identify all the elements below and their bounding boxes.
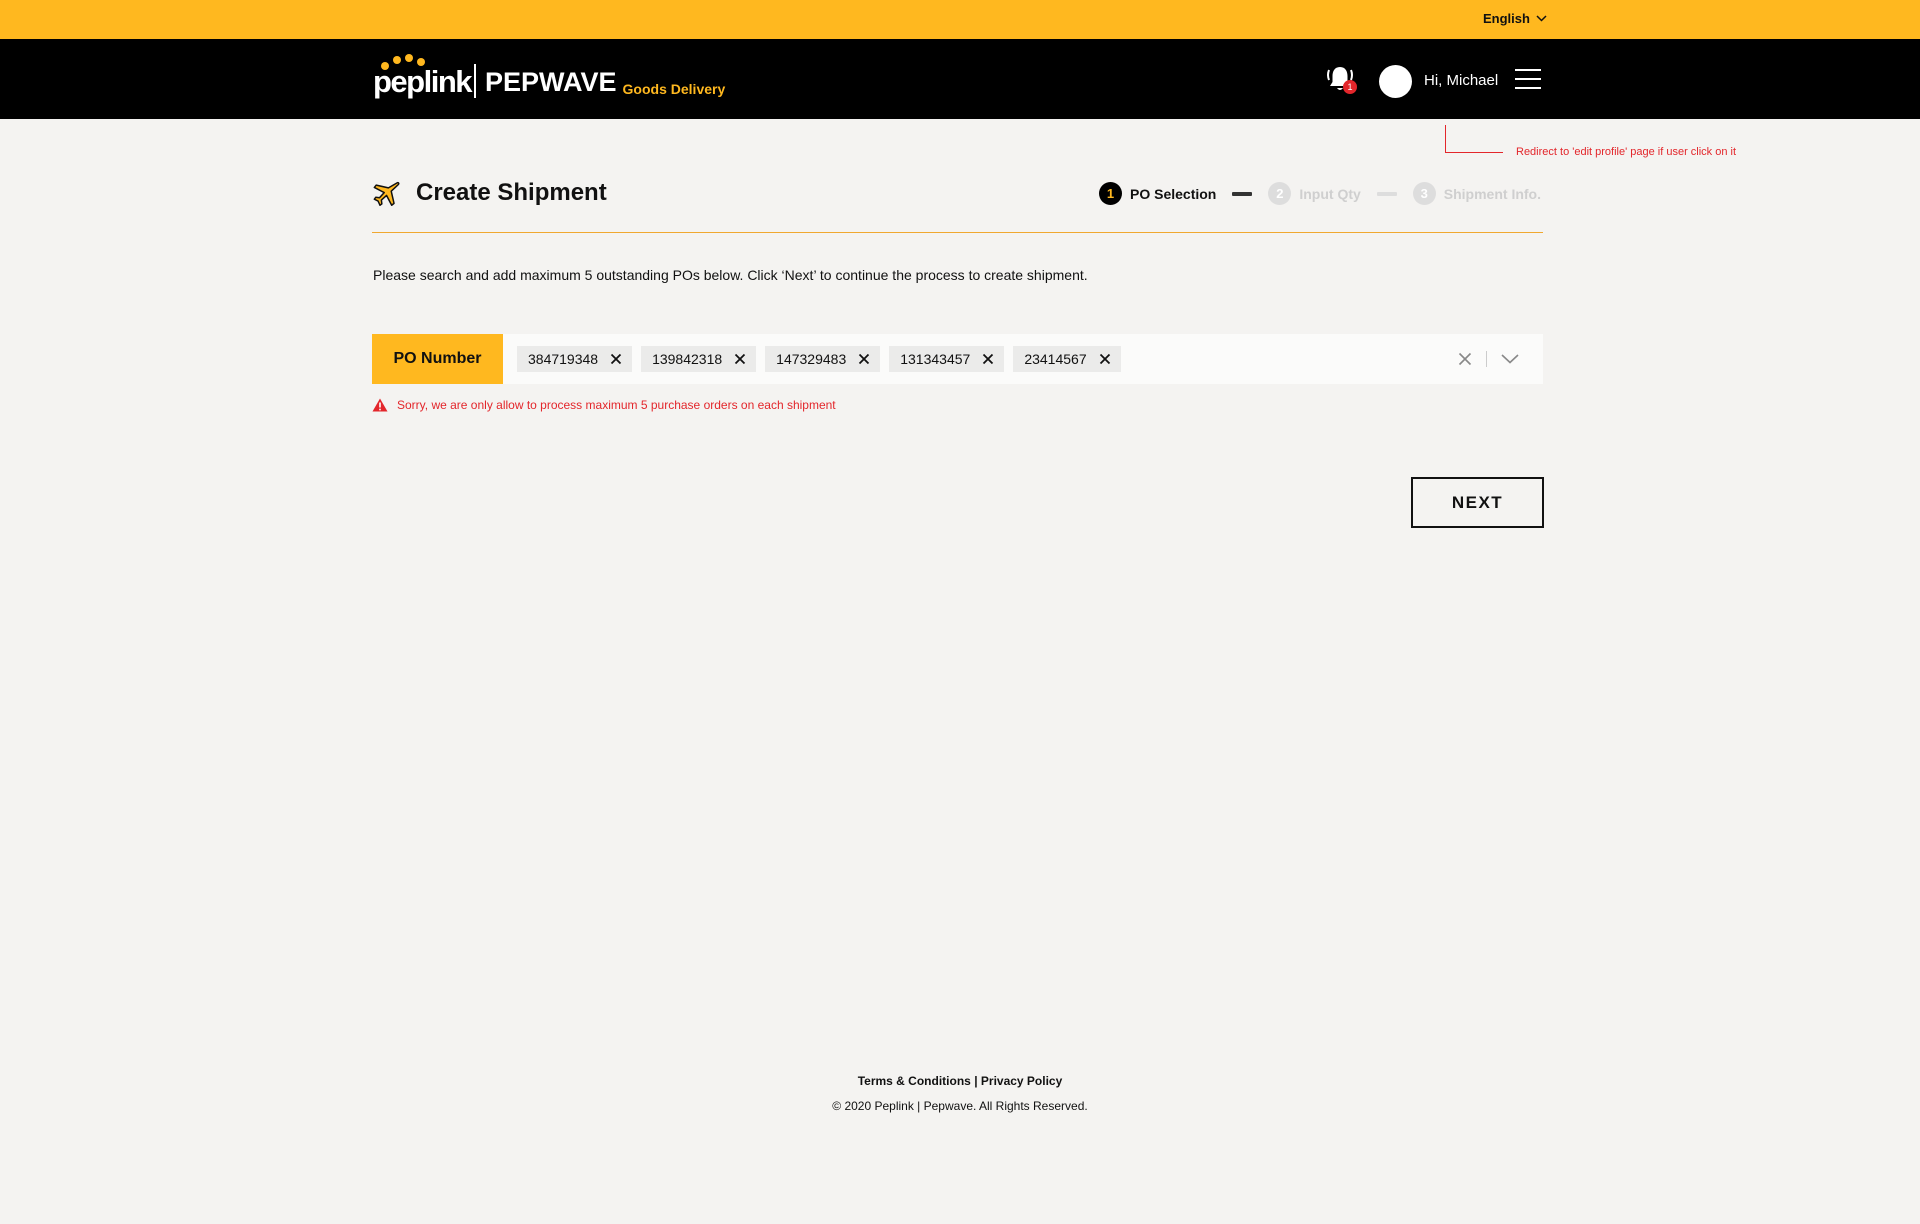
po-chip-value: 23414567 [1024,351,1087,367]
site-header: peplink PEPWAVE Goods Delivery 1 Hi, Mic… [0,39,1920,119]
footer-separator: | [974,1074,978,1088]
po-chip: 23414567 [1013,346,1121,372]
remove-chip-icon[interactable] [1099,353,1111,365]
control-divider [1486,351,1487,367]
po-chip: 147329483 [765,346,881,372]
top-bar: English [0,0,1920,39]
step-number: 3 [1412,182,1436,205]
footer-links: Terms & Conditions | Privacy Policy [0,1074,1920,1088]
notification-button[interactable]: 1 [1325,64,1357,96]
step-separator [1376,191,1397,196]
chevron-down-icon[interactable] [1501,354,1519,364]
po-chip-value: 147329483 [776,351,847,367]
step-separator [1232,191,1253,196]
step-input-qty: 2 Input Qty [1268,182,1361,205]
po-chip: 131343457 [889,346,1005,372]
language-selector[interactable]: English [1483,11,1547,26]
logo-tagline: Goods Delivery [622,81,726,97]
chevron-down-icon [1536,15,1547,22]
annotation-note: Redirect to 'edit profile' page if user … [1516,146,1737,158]
step-shipment-info: 3 Shipment Info. [1412,182,1541,205]
user-greeting[interactable]: Hi, Michael [1424,72,1498,89]
po-number-selector: PO Number 384719348 139842318 147329483 … [372,334,1543,384]
clear-all-icon[interactable] [1458,352,1472,366]
notification-badge: 1 [1343,80,1357,94]
po-number-label: PO Number [372,334,503,384]
peplink-wordmark: peplink [373,64,473,99]
instruction-text: Please search and add maximum 5 outstand… [373,267,1088,283]
pepwave-wordmark: PEPWAVE [485,67,617,97]
error-message: Sorry, we are only allow to process maxi… [372,398,836,412]
po-chip: 139842318 [641,346,757,372]
hamburger-menu-icon[interactable] [1515,69,1541,91]
po-chip-value: 131343457 [900,351,971,367]
po-chip-value: 384719348 [528,351,599,367]
next-button[interactable]: NEXT [1411,477,1544,528]
po-chip: 384719348 [517,346,633,372]
po-chip-value: 139842318 [652,351,723,367]
peplink-logo: peplink [373,54,473,104]
page-title: Create Shipment [416,179,607,206]
logo-divider [474,64,476,98]
warning-icon [372,398,388,412]
annotation-connector [1445,125,1503,153]
language-label: English [1483,11,1530,26]
page-header: Create Shipment 1 PO Selection 2 Input Q… [372,176,1543,233]
step-po-selection: 1 PO Selection [1098,182,1217,205]
step-label: Shipment Info. [1443,185,1541,202]
step-number: 1 [1098,182,1122,205]
error-text: Sorry, we are only allow to process maxi… [397,398,836,412]
remove-chip-icon[interactable] [734,353,746,365]
po-multi-select[interactable]: 384719348 139842318 147329483 131343457 … [503,334,1543,384]
step-label: Input Qty [1299,185,1361,202]
airplane-icon [373,181,400,206]
step-label: PO Selection [1129,185,1217,202]
copyright-text: © 2020 Peplink | Pepwave. All Rights Res… [832,1099,1088,1113]
avatar[interactable] [1379,65,1412,98]
select-controls [1458,334,1519,384]
remove-chip-icon[interactable] [982,353,994,365]
remove-chip-icon[interactable] [858,353,870,365]
step-number: 2 [1268,182,1292,205]
terms-link[interactable]: Terms & Conditions [858,1074,971,1088]
remove-chip-icon[interactable] [610,353,622,365]
brand-logo[interactable]: peplink PEPWAVE Goods Delivery [373,54,725,104]
site-footer: Terms & Conditions | Privacy Policy © 20… [0,1074,1920,1113]
progress-stepper: 1 PO Selection 2 Input Qty 3 Shipment In… [1098,182,1541,205]
privacy-link[interactable]: Privacy Policy [981,1074,1062,1088]
